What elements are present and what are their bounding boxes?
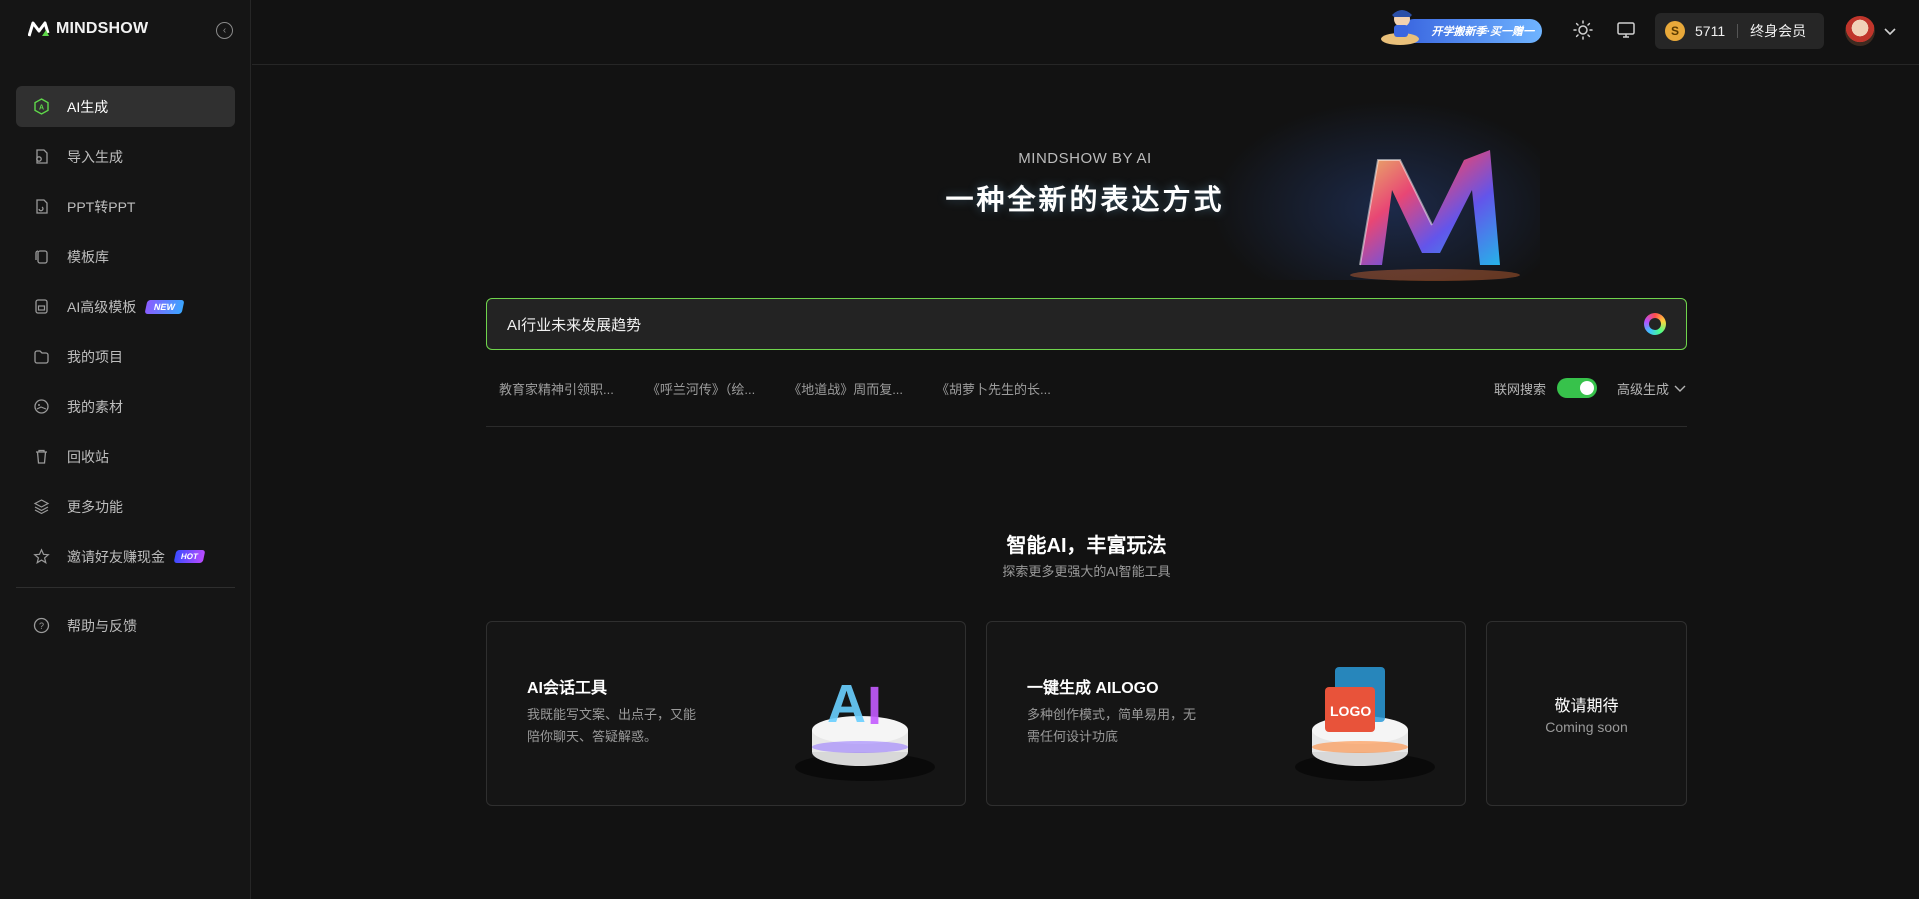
chevron-down-icon[interactable] bbox=[1882, 23, 1898, 39]
advanced-generate-label: 高级生成 bbox=[1616, 381, 1669, 397]
sidebar-item-my-assets[interactable]: 我的素材 bbox=[16, 386, 235, 427]
svg-text:?: ? bbox=[39, 621, 44, 631]
logo-text: MINDSHOW bbox=[56, 20, 149, 37]
generate-ring-icon[interactable] bbox=[1644, 313, 1666, 335]
copy-icon bbox=[33, 248, 50, 265]
promo-character-icon bbox=[1381, 10, 1419, 45]
sidebar-item-ppt-to-ppt[interactable]: PPT转PPT bbox=[16, 186, 235, 227]
sidebar: MINDSHOW ‹ A AI生成 导入生成 PPT转PPT 模板库 AI高级模… bbox=[0, 0, 251, 899]
logo-icon bbox=[28, 21, 50, 37]
sidebar-item-ai-premium-templates[interactable]: AI高级模板 NEW bbox=[16, 286, 235, 327]
sidebar-divider bbox=[16, 587, 235, 588]
ailogo-illustration-icon: LOGO bbox=[1295, 667, 1435, 781]
sidebar-item-label: 回收站 bbox=[67, 448, 109, 465]
card-description: 多种创作模式，简单易用，无需任何设计功底 bbox=[1027, 707, 1197, 744]
sidebar-item-my-projects[interactable]: 我的项目 bbox=[16, 336, 235, 377]
sidebar-nav: A AI生成 导入生成 PPT转PPT 模板库 AI高级模板 NEW 我的项目 … bbox=[16, 86, 235, 655]
trash-icon bbox=[33, 448, 50, 465]
sidebar-item-invite-friends[interactable]: 邀请好友赚现金 HOT bbox=[16, 536, 235, 577]
sidebar-item-label: PPT转PPT bbox=[67, 198, 136, 215]
ai-chat-illustration-icon: A I bbox=[795, 674, 935, 781]
suggestion-row: 教育家精神引领职... 《呼兰河传》（绘... 《地道战》周而复... 《胡萝卜… bbox=[486, 378, 1687, 398]
chevron-down-icon bbox=[1674, 385, 1686, 392]
divider bbox=[1737, 24, 1739, 38]
sidebar-item-help-feedback[interactable]: ? 帮助与反馈 bbox=[16, 605, 235, 646]
web-search-toggle[interactable] bbox=[1556, 378, 1597, 398]
theme-toggle-sun-icon[interactable] bbox=[1573, 20, 1593, 40]
sidebar-item-label: 模板库 bbox=[67, 248, 109, 265]
feature-card-ailogo[interactable]: 一键生成 AILOGO 多种创作模式，简单易用，无需任何设计功底 LOGO bbox=[986, 621, 1466, 806]
hot-badge: HOT bbox=[173, 550, 206, 563]
sidebar-item-label: 帮助与反馈 bbox=[67, 617, 137, 634]
feature-card-coming-soon: 敬请期待 Coming soon bbox=[1486, 621, 1687, 806]
hero-title: 一种全新的表达方式 bbox=[945, 184, 1225, 215]
sidebar-item-trash[interactable]: 回收站 bbox=[16, 436, 235, 477]
coming-soon-subtitle: Coming soon bbox=[1545, 719, 1628, 735]
folder-icon bbox=[33, 348, 50, 365]
card-description: 我既能写文案、出点子，又能陪你聊天、答疑解惑。 bbox=[527, 707, 697, 744]
sidebar-item-templates[interactable]: 模板库 bbox=[16, 236, 235, 277]
help-circle-icon: ? bbox=[33, 617, 50, 634]
sidebar-item-label: 我的项目 bbox=[67, 348, 123, 365]
collapse-sidebar-button[interactable]: ‹ bbox=[216, 22, 233, 39]
sidebar-item-label: 导入生成 bbox=[67, 148, 123, 165]
svg-text:LOGO: LOGO bbox=[1330, 703, 1371, 719]
promo-text: 开学搬新季·买一赠一 bbox=[1402, 19, 1542, 43]
web-search-label: 联网搜索 bbox=[1493, 381, 1546, 397]
suggestion-chip[interactable]: 《地道战》周而复... bbox=[788, 379, 903, 398]
sidebar-item-label: 更多功能 bbox=[67, 498, 123, 515]
coming-soon-title: 敬请期待 bbox=[1554, 698, 1619, 715]
features-title: 智能AI，丰富玩法 bbox=[1006, 535, 1167, 557]
coin-icon: S bbox=[1665, 21, 1685, 41]
promo-banner[interactable]: 开学搬新季·买一赠一 bbox=[1380, 5, 1543, 47]
svg-text:I: I bbox=[867, 676, 882, 736]
coin-count: 5711 bbox=[1695, 23, 1726, 39]
account-balance[interactable]: S 5711 终身会员 bbox=[1655, 13, 1824, 49]
sidebar-item-label: 邀请好友赚现金 bbox=[67, 548, 165, 565]
file-import-icon bbox=[33, 148, 50, 165]
search-options: 联网搜索 高级生成 bbox=[1494, 378, 1687, 398]
sidebar-item-ai-generate[interactable]: A AI生成 bbox=[16, 86, 235, 127]
hero-banner: MINDSHOW BY AI 一种全新的表达方式 bbox=[930, 100, 1610, 300]
membership-label: 终身会员 bbox=[1750, 23, 1807, 39]
layers-icon bbox=[33, 498, 50, 515]
sidebar-item-more-features[interactable]: 更多功能 bbox=[16, 486, 235, 527]
sidebar-item-label: AI高级模板 bbox=[67, 298, 137, 315]
features-subtitle: 探索更多更强大的AI智能工具 bbox=[1002, 564, 1171, 579]
avatar[interactable] bbox=[1845, 16, 1875, 46]
brand-logo[interactable]: MINDSHOW bbox=[28, 20, 148, 38]
hero-m-logo-graphic bbox=[1350, 150, 1520, 281]
new-badge: NEW bbox=[144, 299, 185, 314]
file-convert-icon bbox=[33, 198, 50, 215]
suggestion-chip[interactable]: 教育家精神引领职... bbox=[499, 379, 614, 398]
card-title: 一键生成 AILOGO bbox=[1027, 680, 1159, 697]
monitor-icon[interactable] bbox=[1616, 20, 1636, 40]
star-icon bbox=[33, 548, 50, 565]
svg-text:A: A bbox=[827, 674, 866, 734]
sidebar-item-label: 我的素材 bbox=[67, 398, 123, 415]
card-title: AI会话工具 bbox=[527, 680, 608, 697]
palette-icon bbox=[33, 398, 50, 415]
sidebar-item-import-generate[interactable]: 导入生成 bbox=[16, 136, 235, 177]
section-divider bbox=[486, 426, 1687, 427]
sidebar-item-label: AI生成 bbox=[67, 98, 109, 115]
topic-search-box[interactable]: AI行业未来发展趋势 bbox=[486, 298, 1687, 350]
advanced-generate-dropdown[interactable]: 高级生成 bbox=[1617, 379, 1687, 398]
hero-subtitle: MINDSHOW BY AI bbox=[1018, 150, 1152, 167]
svg-text:A: A bbox=[39, 105, 44, 112]
suggestion-chip[interactable]: 《胡萝卜先生的长... bbox=[936, 379, 1051, 398]
ai-hexagon-icon: A bbox=[33, 98, 50, 115]
template-icon bbox=[33, 298, 50, 315]
search-input[interactable]: AI行业未来发展趋势 bbox=[507, 314, 1644, 335]
chevron-left-icon: ‹ bbox=[222, 25, 227, 36]
suggestion-chip[interactable]: 《呼兰河传》（绘... bbox=[647, 379, 755, 398]
feature-card-ai-chat[interactable]: AI会话工具 我既能写文案、出点子，又能陪你聊天、答疑解惑。 A I bbox=[486, 621, 966, 806]
